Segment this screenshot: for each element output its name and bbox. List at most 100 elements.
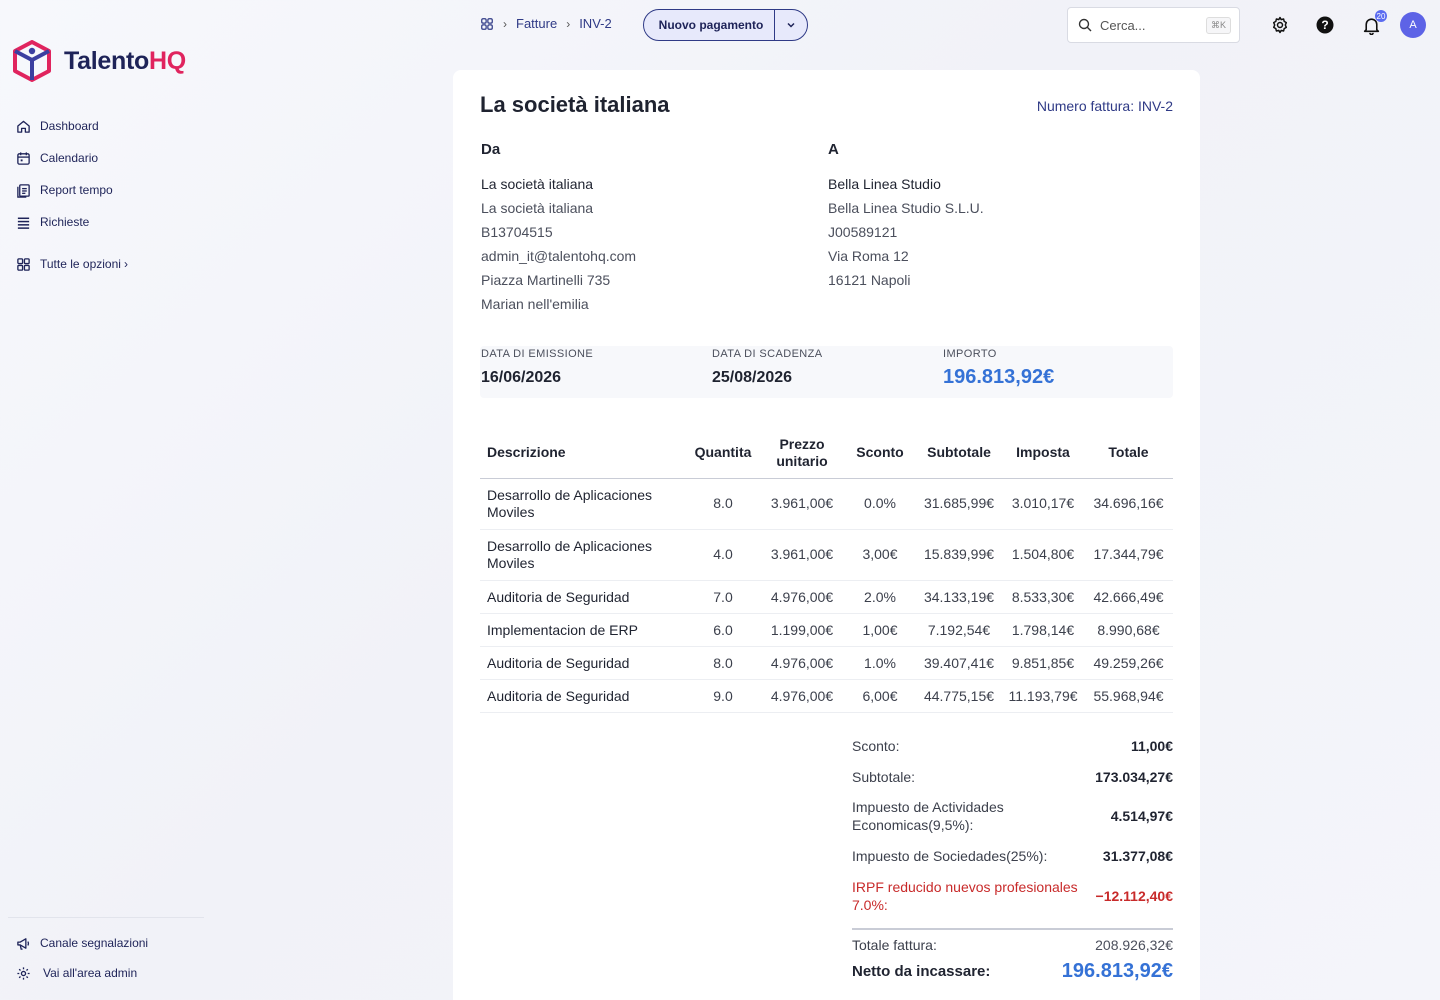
sender-line: La società italiana bbox=[481, 200, 594, 216]
sender-name: La società italiana bbox=[481, 176, 594, 192]
totals-label: Subtotale: bbox=[852, 768, 916, 785]
sidebar-item-all-options[interactable]: Tutte le opzioni › bbox=[15, 248, 128, 280]
sidebar-item-label: Calendario bbox=[40, 151, 99, 165]
sidebar-item-dashboard[interactable]: Dashboard bbox=[15, 110, 113, 142]
table-header-row: Descrizione Quantita Prezzo unitario Sco… bbox=[480, 428, 1173, 479]
home-icon bbox=[15, 118, 32, 135]
totals-row-discount: Sconto: 11,00€ bbox=[852, 730, 1173, 761]
cell-total: 55.968,94€ bbox=[1084, 679, 1173, 713]
sender-email: admin_it@talentohq.com bbox=[481, 248, 637, 264]
invoice-items-table: Descrizione Quantita Prezzo unitario Sco… bbox=[480, 428, 1173, 713]
due-date-value: 25/08/2026 bbox=[712, 369, 793, 386]
sidebar-item-canale-segnalazioni[interactable]: Canale segnalazioni bbox=[15, 928, 148, 958]
due-date: DATA DI SCADENZA 25/08/2026 bbox=[712, 348, 823, 387]
cell-subtotal: 15.839,99€ bbox=[916, 529, 1002, 581]
sidebar-item-calendario[interactable]: Calendario bbox=[15, 142, 113, 174]
cell-description: Auditoria de Seguridad bbox=[480, 646, 686, 680]
cell-unit-price: 1.199,00€ bbox=[760, 613, 844, 647]
column-header: Totale bbox=[1084, 428, 1173, 479]
issue-date-value: 16/06/2026 bbox=[481, 369, 562, 386]
totals-value: −12.112,40€ bbox=[1095, 888, 1173, 904]
sender-block: Da La società italiana La società italia… bbox=[481, 141, 636, 320]
recipient-line: Bella Linea Studio S.L.U. bbox=[828, 200, 984, 216]
totals-row-net: Netto da incassare: 196.813,92€ bbox=[852, 953, 1173, 989]
search-input[interactable] bbox=[1100, 17, 1206, 33]
sender-heading: Da bbox=[481, 141, 501, 158]
sidebar-item-report-tempo[interactable]: Report tempo bbox=[15, 174, 113, 206]
column-header: Quantita bbox=[686, 428, 760, 479]
sidebar: TalentoHQ Dashboard Calendario Report te… bbox=[0, 0, 453, 1000]
sidebar-item-label: Tutte le opzioni bbox=[40, 257, 121, 271]
totals-value: 208.926,32€ bbox=[1095, 936, 1173, 953]
sidebar-item-label: Canale segnalazioni bbox=[40, 936, 149, 950]
cell-quantity: 8.0 bbox=[686, 478, 760, 530]
totals-value: 4.514,97€ bbox=[1110, 808, 1173, 824]
all-options-menu: Tutte le opzioni › bbox=[15, 248, 128, 280]
recipient-line: Via Roma 12 bbox=[828, 248, 909, 264]
grid-icon bbox=[15, 256, 32, 273]
recipient-block: A Bella Linea Studio Bella Linea Studio … bbox=[828, 141, 984, 296]
cell-subtotal: 44.775,15€ bbox=[916, 679, 1002, 713]
recipient-heading: A bbox=[828, 141, 839, 158]
cell-discount: 3,00€ bbox=[844, 529, 916, 581]
sidebar-item-admin-area[interactable]: Vai all'area admin bbox=[15, 958, 148, 988]
cell-quantity: 6.0 bbox=[686, 613, 760, 647]
totals-value: 31.377,08€ bbox=[1102, 848, 1173, 864]
issue-date-label: DATA DI EMISSIONE bbox=[481, 348, 594, 360]
cell-description: Auditoria de Seguridad bbox=[480, 580, 686, 614]
sender-line: Piazza Martinelli 735 bbox=[481, 272, 611, 288]
gear-icon bbox=[15, 965, 32, 982]
totals-label: Totale fattura: bbox=[852, 936, 937, 953]
column-header: Subtotale bbox=[916, 428, 1002, 479]
cell-unit-price: 3.961,00€ bbox=[760, 478, 844, 530]
invoice-totals: Sconto: 11,00€ Subtotale: 173.034,27€ Im… bbox=[852, 730, 1173, 989]
due-date-label: DATA DI SCADENZA bbox=[712, 348, 823, 360]
cell-quantity: 9.0 bbox=[686, 679, 760, 713]
new-payment-dropdown-toggle[interactable] bbox=[774, 10, 807, 40]
recipient-line: J00589121 bbox=[828, 224, 898, 240]
cell-subtotal: 34.133,19€ bbox=[916, 580, 1002, 614]
settings-gear-icon[interactable] bbox=[1269, 14, 1291, 36]
totals-label: Impuesto de Actividades Economicas(9,5%)… bbox=[852, 799, 1004, 833]
cell-unit-price: 3.961,00€ bbox=[760, 529, 844, 581]
table-row: Implementacion de ERP 6.0 1.199,00€ 1,00… bbox=[480, 613, 1173, 647]
table-row: Auditoria de Seguridad 8.0 4.976,00€ 1.0… bbox=[480, 646, 1173, 680]
sidebar-item-label: Dashboard bbox=[40, 119, 99, 133]
breadcrumb-separator-icon: › bbox=[503, 16, 507, 31]
cell-quantity: 4.0 bbox=[686, 529, 760, 581]
cell-discount: 6,00€ bbox=[844, 679, 916, 713]
sender-line: Marian nell'emilia bbox=[481, 296, 589, 312]
help-icon[interactable]: ? bbox=[1314, 14, 1336, 36]
breadcrumb-fatture[interactable]: Fatture bbox=[516, 16, 557, 31]
breadcrumb: › Fatture › INV-2 bbox=[480, 16, 612, 31]
issue-date: DATA DI EMISSIONE 16/06/2026 bbox=[481, 348, 593, 387]
report-icon bbox=[15, 182, 32, 199]
invoice-title: La società italiana bbox=[480, 92, 670, 117]
calendar-icon bbox=[15, 150, 32, 167]
table-row: Auditoria de Seguridad 9.0 4.976,00€ 6,0… bbox=[480, 679, 1173, 713]
totals-row-tax-iae: Impuesto de Actividades Economicas(9,5%)… bbox=[852, 792, 1173, 840]
sidebar-divider bbox=[8, 917, 204, 918]
sidebar-item-label: Vai all'area admin bbox=[43, 966, 138, 980]
megaphone-icon bbox=[15, 935, 32, 952]
cell-total: 17.344,79€ bbox=[1084, 529, 1173, 581]
chevron-down-icon bbox=[787, 22, 795, 28]
app-logo[interactable]: TalentoHQ bbox=[12, 40, 186, 82]
totals-value: 173.034,27€ bbox=[1095, 768, 1173, 785]
sidebar-bottom-nav: Canale segnalazioni Vai all'area admin bbox=[15, 928, 148, 988]
cell-description: Desarrollo de Aplicaciones Moviles bbox=[480, 478, 686, 530]
column-header: Prezzo unitario bbox=[760, 428, 844, 479]
cell-subtotal: 31.685,99€ bbox=[916, 478, 1002, 530]
sidebar-item-label: Report tempo bbox=[40, 183, 113, 197]
column-header: Sconto bbox=[844, 428, 916, 479]
breadcrumb-separator-icon: › bbox=[566, 16, 571, 31]
cell-total: 8.990,68€ bbox=[1084, 613, 1173, 647]
totals-row-irpf: IRPF reducido nuevos profesionales 7.0%:… bbox=[852, 872, 1173, 920]
cell-description: Auditoria de Seguridad bbox=[480, 679, 686, 713]
totals-row-invoice-total: Totale fattura: 208.926,32€ bbox=[852, 936, 1173, 953]
sidebar-item-richieste[interactable]: Richieste bbox=[15, 206, 113, 238]
new-payment-button[interactable]: Nuovo pagamento bbox=[644, 18, 774, 32]
user-avatar[interactable]: A bbox=[1400, 12, 1426, 38]
totals-divider bbox=[852, 928, 1173, 930]
apps-grid-icon[interactable] bbox=[480, 17, 494, 31]
